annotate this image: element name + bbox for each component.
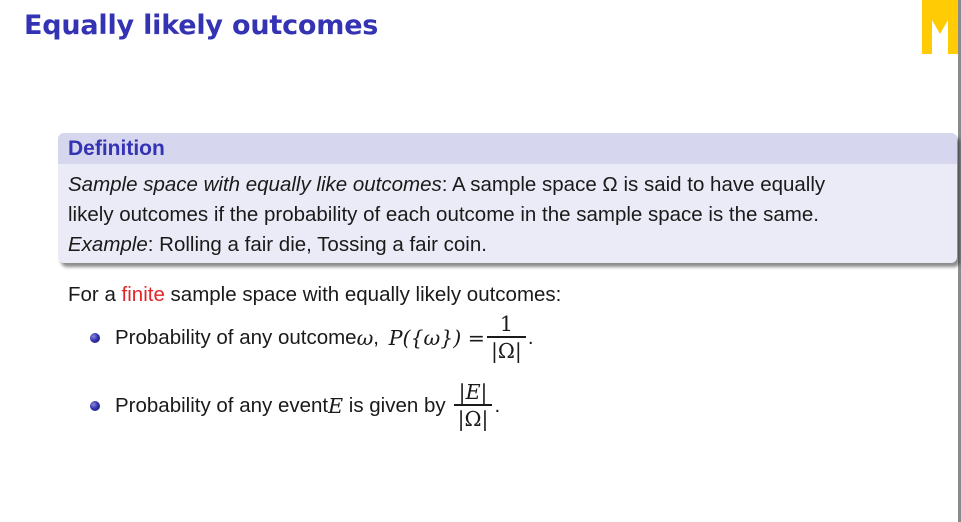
university-logo xyxy=(922,0,958,54)
fraction-denominator: |Ω| xyxy=(491,338,522,363)
bullet-period: . xyxy=(494,393,501,417)
definition-body: Sample space with equally like outcomes:… xyxy=(58,164,957,260)
lead-before: For a xyxy=(68,283,122,306)
bullet-icon xyxy=(90,332,100,343)
example-text: : Rolling a fair die, Tossing a fair coi… xyxy=(147,233,487,256)
bullet-text: Probability of any event xyxy=(115,393,329,417)
lead-sentence: For a finite sample space with equally l… xyxy=(68,283,561,307)
bullet-icon xyxy=(90,400,100,411)
bullet-item-outcome: Probability of any outcome ω , P({ω}) = … xyxy=(90,312,534,364)
definition-line-3: Example: Rolling a fair die, Tossing a f… xyxy=(68,230,947,260)
definition-term: Sample space with equally like outcomes xyxy=(68,173,442,196)
fraction-denominator: |Ω| xyxy=(457,406,489,431)
fraction-one-over-omega: 1 |Ω| xyxy=(487,312,526,364)
fraction-e-over-omega: |E| |Ω| xyxy=(453,380,493,432)
math-expression: P({ω}) = xyxy=(388,325,485,350)
definition-line-1: Sample space with equally like outcomes:… xyxy=(68,170,947,200)
example-label: Example xyxy=(68,233,148,256)
lead-after: sample space with equally likely outcome… xyxy=(164,283,562,306)
bullet-sep: , xyxy=(373,325,385,349)
bullet-text: Probability of any outcome xyxy=(115,325,357,349)
definition-block: Definition Sample space with equally lik… xyxy=(58,133,957,263)
math-omega: ω xyxy=(356,325,374,350)
fraction-numerator: |E| xyxy=(458,380,488,404)
frame-title: Equally likely outcomes xyxy=(24,10,379,41)
fraction-numerator: 1 xyxy=(499,312,513,336)
definition-heading: Definition xyxy=(58,133,957,164)
finite-highlight: finite xyxy=(121,283,165,306)
bullet-item-event: Probability of any event E is given by |… xyxy=(90,380,500,432)
bullet-period: . xyxy=(527,325,534,349)
definition-text-1: : A sample space Ω is said to have equal… xyxy=(441,173,826,196)
definition-line-2: likely outcomes if the probability of ea… xyxy=(68,203,819,226)
math-event: E xyxy=(328,393,344,418)
bullet-text-2: is given by xyxy=(343,393,446,417)
